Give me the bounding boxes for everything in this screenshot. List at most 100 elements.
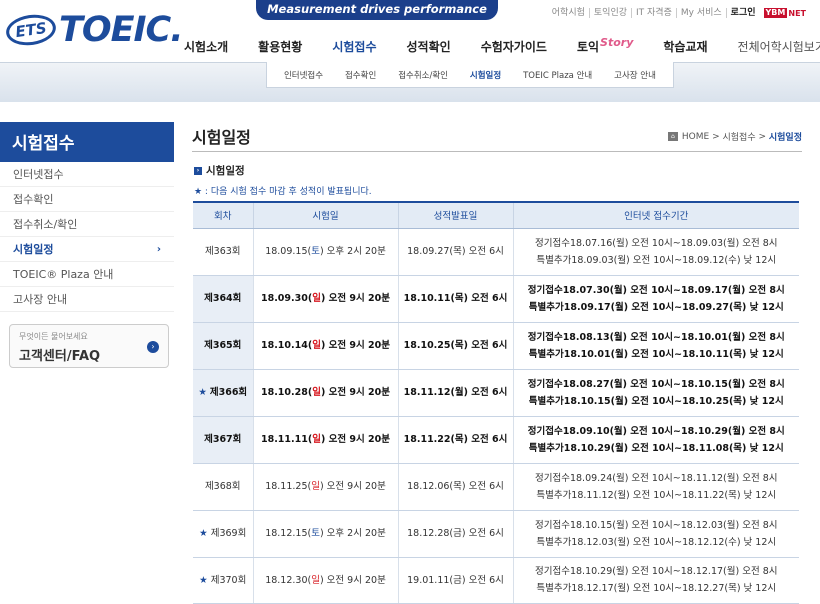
col-header-result-date: 성적발표일 xyxy=(398,201,514,229)
sidebar-item-exam-schedule[interactable]: 시험일정 › xyxy=(0,237,174,262)
breadcrumb-current: 시험일정 xyxy=(768,133,802,143)
sidebar-title: 시험접수 xyxy=(0,122,174,162)
util-link-my-service[interactable]: My 서비스 xyxy=(675,8,726,18)
sidebar-item-test-center[interactable]: 고사장 안내 xyxy=(0,287,174,312)
table-header-row: 회차 시험일 성적발표일 인터넷 접수기간 xyxy=(193,201,799,229)
util-link-language-test[interactable]: 어학시험 xyxy=(548,8,589,18)
exam-day-of-week: 일 xyxy=(312,293,321,304)
section-title-label: 시험일정 xyxy=(206,165,245,177)
sidebar-item-cancel-check[interactable]: 접수취소/확인 xyxy=(0,212,174,237)
exam-day-of-week: 일 xyxy=(311,574,320,586)
utility-nav: 어학시험 토익인강 IT 자격증 My 서비스 로그인 YBM NET xyxy=(548,8,806,18)
schedule-note: ★ : 다음 시험 접수 마감 후 성적이 발표됩니다. xyxy=(194,187,372,197)
nav-exam-registration[interactable]: 시험접수 xyxy=(332,38,376,55)
round-label: 제369회 xyxy=(210,528,247,539)
col-header-round: 회차 xyxy=(193,201,254,229)
cell-exam-date: 18.12.15(토) 오후 2시 20분 xyxy=(253,510,399,558)
breadcrumb-separator: > xyxy=(755,131,769,142)
cell-exam-date: 18.10.28(일) 오전 9시 20분 xyxy=(253,369,399,417)
cell-result-date: 18.10.25(목) 오전 6시 xyxy=(398,322,514,370)
nav-score-check[interactable]: 성적확인 xyxy=(407,38,451,55)
submenu-registration-check[interactable]: 접수확인 xyxy=(345,69,376,81)
exam-date-prefix: 18.12.15( xyxy=(265,528,312,539)
cell-registration-period: 정기접수18.08.27(월) 오전 10시~18.10.15(월) 오전 8시… xyxy=(513,369,799,417)
cell-result-date: 18.11.12(월) 오전 6시 xyxy=(398,369,514,417)
arrow-right-icon: › xyxy=(147,341,159,353)
regular-registration-period: 정기접수18.10.29(월) 오전 10시~18.12.17(월) 오전 8시 xyxy=(535,566,778,577)
table-row: 제364회 18.09.30(일) 오전 9시 20분 18.10.11(목) 오전… xyxy=(193,275,799,323)
header: ETS TOEIC. Measurement drives performanc… xyxy=(0,0,820,64)
exam-day-of-week: 토 xyxy=(311,246,320,257)
table-row: 제365회 18.10.14(일) 오전 9시 20분 18.10.25(목) 오전… xyxy=(193,322,799,370)
cell-round: 제364회 xyxy=(193,275,254,323)
toeic-wordmark: TOEIC. xyxy=(59,10,184,50)
star-icon: ★ xyxy=(199,528,208,539)
cell-registration-period: 정기접수18.07.16(월) 오전 10시~18.09.03(월) 오전 8시… xyxy=(513,228,799,276)
sidebar-item-registration-check[interactable]: 접수확인 xyxy=(0,187,174,212)
table-row: ★ 제366회 18.10.28(일) 오전 9시 20분 18.11.12(월) 오… xyxy=(193,369,799,417)
nav-toeic-story-label: 토익 xyxy=(576,39,600,54)
breadcrumb-registration[interactable]: 시험접수 xyxy=(722,130,755,143)
cell-result-date: 18.11.22(목) 오전 6시 xyxy=(398,416,514,464)
cell-exam-date: 18.09.30(일) 오전 9시 20분 xyxy=(253,275,399,323)
schedule-table: 회차 시험일 성적발표일 인터넷 접수기간 제363회 18.09.15(토) 오… xyxy=(193,201,799,604)
special-registration-period: 특별추가18.09.03(월) 오전 10시~18.09.12(수) 낮 12시 xyxy=(536,254,777,266)
exam-date-suffix: ) 오전 9시 20분 xyxy=(320,387,391,398)
cell-registration-period: 정기접수18.08.13(월) 오전 10시~18.10.01(월) 오전 8시… xyxy=(513,322,799,370)
table-row: ★ 제370회 18.12.30(일) 오전 9시 20분 19.01.11(금) 오… xyxy=(193,557,799,604)
nav-examinee-guide[interactable]: 수험자가이드 xyxy=(481,38,547,55)
home-icon: ⌂ xyxy=(667,132,678,141)
exam-date-suffix: ) 오전 9시 20분 xyxy=(319,481,386,492)
login-link[interactable]: 로그인 xyxy=(725,8,760,18)
table-row: ★ 제369회 18.12.15(토) 오후 2시 20분 18.12.28(금) 오… xyxy=(193,510,799,558)
faq-banner[interactable]: 무엇이든 물어보세요 고객센터/FAQ › xyxy=(9,324,169,368)
exam-date-prefix: 18.10.28( xyxy=(260,387,313,398)
bullet-square-icon: › xyxy=(194,166,202,175)
breadcrumb-separator: > xyxy=(709,131,723,142)
nav-all-language-tests[interactable]: 전체어학시험보기▾ xyxy=(738,38,820,55)
submenu-toeic-plaza[interactable]: TOEIC Plaza 안내 xyxy=(523,69,592,81)
submenu-internet-registration[interactable]: 인터넷접수 xyxy=(284,69,323,81)
cell-round: ★ 제370회 xyxy=(193,557,254,604)
breadcrumb-home[interactable]: HOME xyxy=(682,132,709,142)
nav-usage-status[interactable]: 활용현황 xyxy=(258,38,302,55)
cell-exam-date: 18.11.25(일) 오전 9시 20분 xyxy=(253,463,399,511)
special-registration-period: 특별추가18.10.01(월) 오전 10시~18.10.11(목) 낮 12시 xyxy=(528,348,784,360)
nav-toeic-story[interactable]: 토익Story xyxy=(576,35,634,55)
title-divider xyxy=(192,151,802,152)
nav-exam-intro[interactable]: 시험소개 xyxy=(184,38,228,55)
round-label: 제364회 xyxy=(204,293,242,304)
cell-registration-period: 정기접수18.07.30(월) 오전 10시~18.09.17(월) 오전 8시… xyxy=(513,275,799,323)
table-row: 제367회 18.11.11(일) 오전 9시 20분 18.11.22(목) 오전… xyxy=(193,416,799,464)
special-registration-period: 특별추가18.10.29(월) 오전 10시~18.11.08(목) 낮 12시 xyxy=(528,442,784,454)
chevron-right-icon: › xyxy=(156,244,161,255)
ybm-net-logo[interactable]: YBM NET xyxy=(763,8,806,18)
faq-title: 고객센터/FAQ xyxy=(19,349,101,364)
section-title: › 시험일정 xyxy=(194,163,245,178)
exam-day-of-week: 토 xyxy=(311,528,320,539)
submenu-exam-schedule[interactable]: 시험일정 xyxy=(470,69,501,81)
ybm-logo-mark: YBM xyxy=(763,8,788,18)
sidebar: 인터넷접수 접수확인 접수취소/확인 시험일정 › TOEIC® Plaza 안내… xyxy=(0,162,174,312)
submenu-cancel-check[interactable]: 접수취소/확인 xyxy=(398,69,448,81)
nav-all-language-tests-label: 전체어학시험보기 xyxy=(737,39,820,54)
sidebar-item-internet-registration[interactable]: 인터넷접수 xyxy=(0,162,174,187)
exam-date-prefix: 18.12.30( xyxy=(265,574,312,586)
submenu-test-center[interactable]: 고사장 안내 xyxy=(614,69,656,81)
util-link-toeic-lecture[interactable]: 토익인강 xyxy=(588,8,631,18)
exam-date-prefix: 18.09.15( xyxy=(265,246,312,257)
nav-story-tag: Story xyxy=(600,35,634,49)
util-link-it-cert[interactable]: IT 자격증 xyxy=(631,8,676,18)
cell-registration-period: 정기접수18.10.15(월) 오전 10시~18.12.03(월) 오전 8시… xyxy=(513,510,799,558)
round-label: 제370회 xyxy=(210,574,247,586)
special-registration-period: 특별추가18.12.17(월) 오전 10시~18.12.27(목) 낮 12시 xyxy=(536,583,777,594)
nav-study-books[interactable]: 학습교재 xyxy=(663,38,707,55)
sidebar-item-toeic-plaza[interactable]: TOEIC® Plaza 안내 xyxy=(0,262,174,287)
exam-day-of-week: 일 xyxy=(311,481,320,492)
cell-result-date: 18.09.27(목) 오전 6시 xyxy=(398,228,514,276)
round-label: 제367회 xyxy=(204,434,242,445)
toeic-logo[interactable]: ETS TOEIC. xyxy=(4,10,184,50)
regular-registration-period: 정기접수18.08.13(월) 오전 10시~18.10.01(월) 오전 8시 xyxy=(527,331,785,343)
col-header-exam-date: 시험일 xyxy=(253,201,399,229)
regular-registration-period: 정기접수18.10.15(월) 오전 10시~18.12.03(월) 오전 8시 xyxy=(535,519,778,531)
